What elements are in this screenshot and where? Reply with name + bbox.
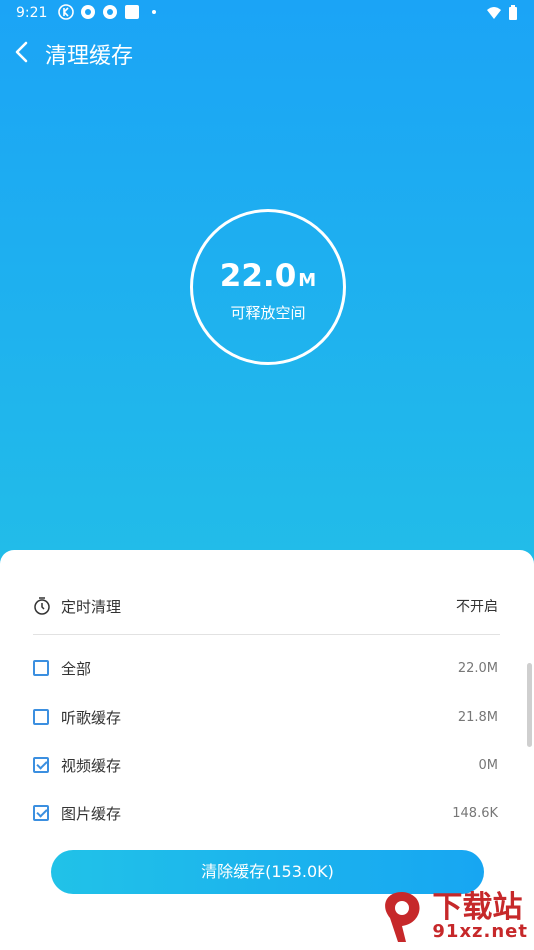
timer-value: 不开启	[456, 599, 498, 615]
space-value: 22.0 M	[193, 258, 343, 294]
watermark: 下载站 91xz.net	[376, 888, 528, 946]
aperture-icon	[80, 4, 96, 20]
item-size: 0M	[478, 757, 499, 773]
aperture-icon-2	[102, 4, 118, 20]
dot-icon	[146, 4, 162, 20]
item-size: 148.6K	[452, 805, 498, 821]
item-label: 全部	[61, 659, 92, 678]
divider	[33, 634, 500, 635]
item-label: 图片缓存	[61, 804, 122, 823]
checkbox-image-cache[interactable]	[33, 805, 49, 821]
list-item-all[interactable]: 全部 22.0M	[33, 652, 498, 684]
watermark-text: 下载站 91xz.net	[432, 893, 528, 941]
chevron-left-icon	[15, 41, 28, 63]
checkbox-music-cache[interactable]	[33, 709, 49, 725]
watermark-title: 下载站	[432, 890, 523, 925]
system-icons	[486, 5, 518, 25]
timer-row[interactable]: 定时清理 不开启	[33, 590, 498, 622]
status-bar: 9:21	[0, 0, 534, 28]
list-item-image-cache[interactable]: 图片缓存 148.6K	[33, 797, 498, 829]
square-app-icon	[124, 4, 140, 20]
page-title: 清理缓存	[45, 44, 134, 69]
checkbox-video-cache[interactable]	[33, 757, 49, 773]
timer-icon	[34, 597, 50, 615]
status-time: 9:21	[16, 5, 48, 21]
item-label: 听歌缓存	[61, 708, 122, 727]
timer-label: 定时清理	[61, 597, 122, 616]
list-item-music-cache[interactable]: 听歌缓存 21.8M	[33, 701, 498, 733]
scrollbar[interactable]	[527, 663, 532, 747]
notification-icons	[58, 4, 162, 20]
space-label: 可释放空间	[230, 304, 306, 322]
k-app-icon	[58, 4, 74, 20]
item-size: 22.0M	[457, 660, 498, 676]
checkbox-all[interactable]	[33, 660, 49, 676]
space-value-number: 22.0	[219, 258, 297, 294]
wifi-icon	[486, 5, 502, 25]
space-summary-ring: 22.0 M 可释放空间	[190, 209, 346, 365]
watermark-url: 91xz.net	[432, 921, 528, 942]
item-label: 视频缓存	[61, 756, 122, 775]
item-size: 21.8M	[457, 709, 498, 725]
battery-icon	[508, 5, 518, 25]
back-button[interactable]	[12, 38, 36, 66]
app-bar: 清理缓存	[0, 28, 534, 78]
space-value-unit: M	[298, 270, 317, 291]
watermark-logo	[385, 892, 420, 942]
list-item-video-cache[interactable]: 视频缓存 0M	[33, 749, 498, 781]
